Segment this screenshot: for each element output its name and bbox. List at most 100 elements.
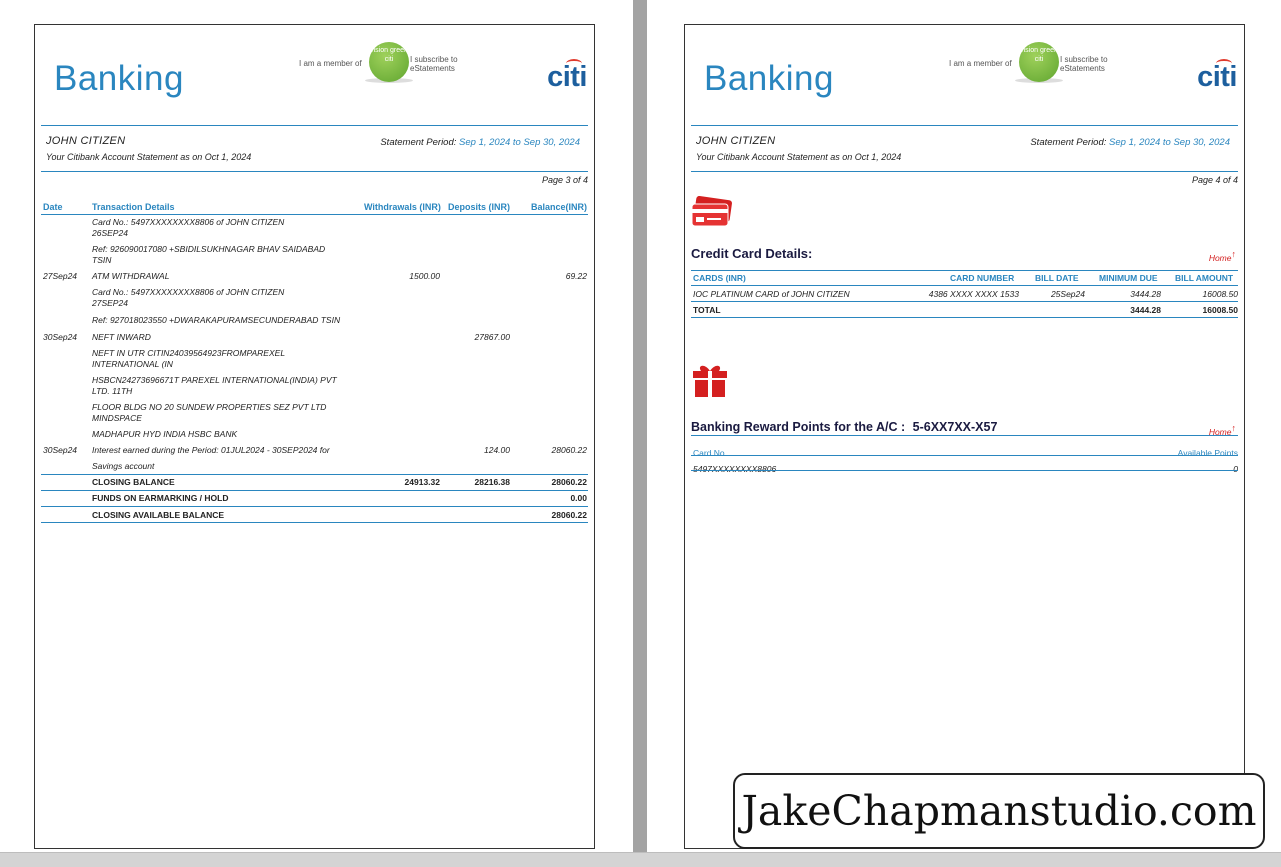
table-row-balance: 69.22: [565, 271, 587, 281]
col-transaction-details: Transaction Details: [92, 202, 175, 212]
cc-card-name: IOC PLATINUM CARD of JOHN CITIZEN: [693, 289, 850, 299]
viewer-status-bar: [0, 852, 1281, 867]
home-arrow-icon: ↑: [1231, 423, 1237, 433]
cc-col-minimum-due: MINIMUM DUE: [1099, 273, 1158, 283]
vision-green-member-logo: I am a member of vision green citi I sub…: [949, 42, 1124, 88]
details-line: Ref: 926090017080 +SBIDILSUKHNAGAR BHAV …: [92, 244, 326, 254]
table-row-details: FLOOR BLDG NO 20 SUNDEW PROPERTIES SEZ P…: [92, 402, 352, 424]
rewards-col-available-points: Available Points: [1177, 448, 1238, 458]
page-number: Page 3 of 4: [541, 175, 588, 185]
col-withdrawals: Withdrawals (INR): [364, 202, 441, 212]
home-link[interactable]: Home↑: [1209, 249, 1236, 263]
cc-bill-date: 25Sep24: [1050, 289, 1085, 299]
statement-period: Statement Period: Sep 1, 2024 to Sep 30,…: [380, 137, 580, 148]
statement-page-4: Banking I am a member of vision green ci…: [684, 24, 1245, 849]
member-suffix: I subscribe to eStatements: [410, 55, 458, 73]
customer-name: JOHN CITIZEN: [46, 135, 126, 147]
member-suffix: I subscribe to eStatements: [1060, 55, 1108, 73]
table-row-date: 30Sep24: [43, 332, 78, 342]
cc-col-cards: CARDS (INR): [693, 273, 746, 283]
statement-period: Statement Period: Sep 1, 2024 to Sep 30,…: [1030, 137, 1230, 148]
banking-title: Banking: [704, 59, 834, 98]
table-row-deposit: 124.00: [484, 445, 510, 455]
cc-col-bill-amount: BILL AMOUNT: [1175, 273, 1234, 283]
table-row-details: ATM WITHDRAWAL: [92, 271, 352, 282]
statement-page-3: Banking I am a member of vision green ci…: [34, 24, 595, 849]
col-balance: Balance(INR): [531, 202, 588, 212]
closing-available-label: CLOSING AVAILABLE BALANCE: [92, 510, 225, 520]
table-row-details: MADHAPUR HYD INDIA HSBC BANK: [92, 429, 352, 440]
table-row-details: Interest earned during the Period: 01JUL…: [92, 445, 352, 456]
table-row-balance: 28060.22: [551, 445, 587, 455]
details-line-2: TSIN: [92, 255, 112, 265]
table-row-details: NEFT INWARD: [92, 332, 352, 343]
col-deposits: Deposits (INR): [448, 202, 511, 212]
banking-title: Banking: [54, 59, 184, 98]
details-line: NEFT INWARD: [92, 332, 151, 342]
cc-col-bill-date: BILL DATE: [1035, 273, 1079, 283]
table-row-details: Card No.: 5497XXXXXXXX8806 of JOHN CITIZ…: [92, 287, 352, 309]
table-row-date: 27Sep24: [43, 271, 78, 281]
table-row-details: Ref: 927018023550 +DWARAKAPURAMSECUNDERA…: [92, 315, 352, 326]
details-line-2: MINDSPACE: [92, 413, 142, 423]
details-line-2: INTERNATIONAL (IN: [92, 359, 173, 369]
member-prefix: I am a member of: [299, 59, 362, 68]
details-line: Ref: 927018023550 +DWARAKAPURAMSECUNDERA…: [92, 315, 341, 325]
closing-balance: 28060.22: [551, 477, 587, 487]
details-line: Interest earned during the Period: 01JUL…: [92, 445, 330, 455]
citi-logo: citi: [1197, 61, 1237, 93]
table-row-date: 30Sep24: [43, 445, 78, 455]
viewer-page-gap: [633, 0, 647, 866]
closing-deposits: 28216.38: [474, 477, 510, 487]
statement-as-on: Your Citibank Account Statement as on Oc…: [46, 152, 252, 162]
table-row-details: Ref: 926090017080 +SBIDILSUKHNAGAR BHAV …: [92, 244, 352, 266]
statement-as-on: Your Citibank Account Statement as on Oc…: [696, 152, 902, 162]
cc-total-label: TOTAL: [693, 305, 721, 315]
details-line: Savings account: [92, 461, 155, 471]
funds-hold-value: 0.00: [570, 493, 587, 503]
table-row-details: Card No.: 5497XXXXXXXX8806 of JOHN CITIZ…: [92, 217, 352, 239]
customer-name: JOHN CITIZEN: [696, 135, 776, 147]
vision-green-icon: vision green citi: [1019, 42, 1059, 82]
table-row-details: Savings account: [92, 461, 352, 472]
details-line: MADHAPUR HYD INDIA HSBC BANK: [92, 429, 238, 439]
closing-withdrawals: 24913.32: [404, 477, 440, 487]
cc-col-card-number: CARD NUMBER: [950, 273, 1015, 283]
details-line: FLOOR BLDG NO 20 SUNDEW PROPERTIES SEZ P…: [92, 402, 327, 412]
details-line: NEFT IN UTR CITIN24039564923FROMPAREXEL: [92, 348, 286, 358]
details-line: HSBCN24273696671T PAREXEL INTERNATIONAL(…: [92, 375, 337, 385]
citi-logo: citi: [547, 61, 587, 93]
details-line-2: 26SEP24: [92, 228, 128, 238]
watermark: JakeChapmanstudio.com: [733, 773, 1265, 849]
cc-total-bill-amount: 16008.50: [1202, 305, 1238, 315]
closing-available-value: 28060.22: [551, 510, 587, 520]
details-line: ATM WITHDRAWAL: [92, 271, 170, 281]
col-date: Date: [43, 202, 63, 212]
table-row-details: HSBCN24273696671T PAREXEL INTERNATIONAL(…: [92, 375, 352, 397]
funds-hold-label: FUNDS ON EARMARKING / HOLD: [92, 493, 229, 503]
vision-green-icon: vision green citi: [369, 42, 409, 82]
cc-bill-amount: 16008.50: [1202, 289, 1238, 299]
table-row-details: NEFT IN UTR CITIN24039564923FROMPAREXEL I…: [92, 348, 352, 370]
cc-minimum-due: 3444.28: [1130, 289, 1161, 299]
credit-card-details-title: Credit Card Details:: [691, 246, 813, 261]
member-prefix: I am a member of: [949, 59, 1012, 68]
details-line-2: 27SEP24: [92, 298, 128, 308]
rewards-card-no: 5497XXXXXXXX8806: [693, 464, 777, 474]
table-row-withdrawal: 1500.00: [409, 271, 440, 281]
gift-icon: [693, 365, 727, 397]
cc-card-number: 4386 XXXX XXXX 1533: [928, 289, 1019, 299]
page-number: Page 4 of 4: [1191, 175, 1238, 185]
rewards-points: 0: [1233, 464, 1238, 474]
credit-card-icon: [691, 196, 732, 227]
details-line: Card No.: 5497XXXXXXXX8806 of JOHN CITIZ…: [92, 287, 285, 297]
details-line-2: LTD. 11TH: [92, 386, 133, 396]
rewards-col-card-no: Card No: [693, 448, 725, 458]
rewards-title: Banking Reward Points for the A/C : 5-6X…: [691, 420, 998, 434]
home-arrow-icon: ↑: [1231, 249, 1237, 259]
vision-green-member-logo: I am a member of vision green citi I sub…: [299, 42, 474, 88]
cc-total-minimum-due: 3444.28: [1130, 305, 1161, 315]
closing-balance-label: CLOSING BALANCE: [92, 477, 175, 487]
details-line: Card No.: 5497XXXXXXXX8806 of JOHN CITIZ…: [92, 217, 285, 227]
table-row-deposit: 27867.00: [474, 332, 510, 342]
